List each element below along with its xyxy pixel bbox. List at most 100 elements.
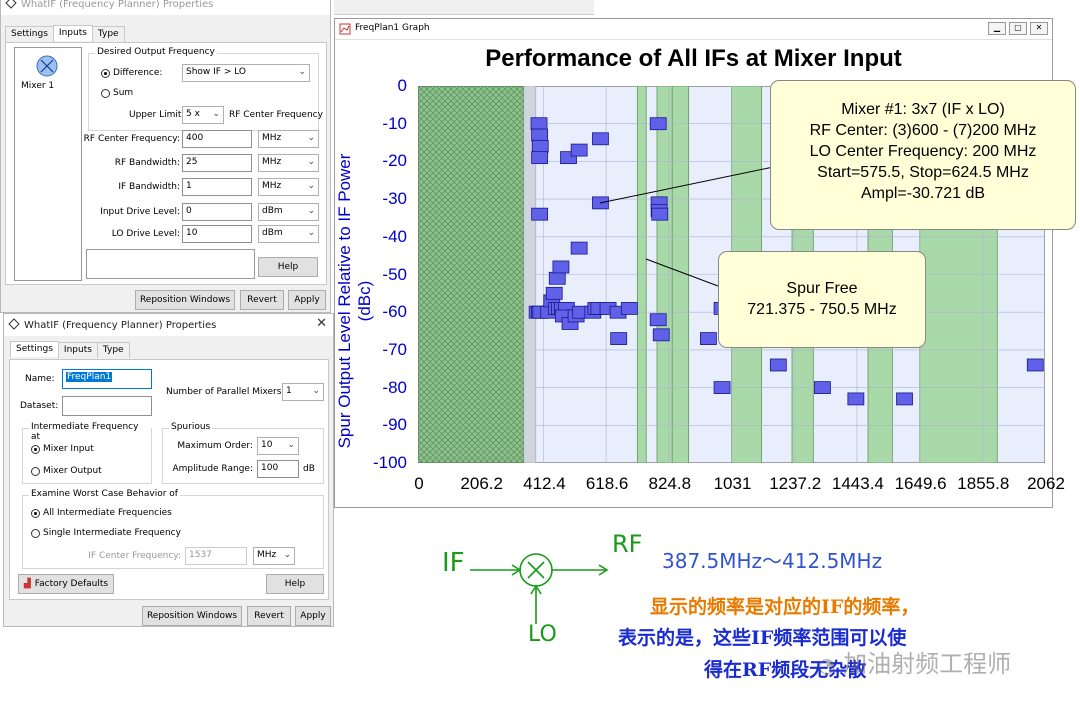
mixer-list[interactable]: Mixer 1 bbox=[14, 47, 82, 281]
sum-label: Sum bbox=[113, 88, 134, 98]
close-button[interactable]: ✕ bbox=[1030, 22, 1048, 35]
description-box[interactable] bbox=[86, 249, 255, 279]
excluded-region bbox=[418, 86, 537, 463]
reposition-windows-button[interactable]: Reposition Windows bbox=[135, 290, 235, 310]
rf-bandwidth-label: RF Bandwidth: bbox=[114, 158, 180, 168]
group-title: Desired Output Frequency bbox=[95, 47, 217, 57]
spur-marker bbox=[531, 151, 549, 165]
excluded-region-fill bbox=[418, 86, 525, 463]
rf-center-frequency-unit[interactable]: MHz ⌄ bbox=[258, 130, 319, 148]
upper-limit-label: Upper Limit: bbox=[129, 110, 185, 120]
tab-settings[interactable]: Settings bbox=[5, 26, 54, 42]
spurious-group: Spurious Maximum Order: 10 ⌄ Amplitude Ra… bbox=[162, 422, 324, 484]
single-if-radio[interactable] bbox=[31, 529, 40, 538]
rf-handwritten-label: RF bbox=[612, 530, 643, 558]
rf-center-frequency-input[interactable]: 400 bbox=[182, 130, 252, 148]
spur-free-range: 721.375 - 750.5 MHz bbox=[747, 301, 897, 318]
chevron-down-icon: ⌄ bbox=[212, 109, 220, 119]
group-title: Examine Worst Case Behavior of bbox=[29, 489, 180, 499]
inputs-panel: Mixer 1 Desired Output Frequency Differe… bbox=[5, 42, 327, 285]
y-tick-label: -60 bbox=[382, 302, 407, 322]
rf-bandwidth-unit[interactable]: MHz ⌄ bbox=[258, 154, 319, 172]
difference-select[interactable]: Show IF > LO ⌄ bbox=[182, 64, 310, 82]
parallel-mixers-select[interactable]: 1 ⌄ bbox=[282, 383, 324, 401]
factory-defaults-button[interactable]: ▟ Factory Defaults bbox=[18, 574, 114, 594]
name-input[interactable]: FreqPlan1 bbox=[62, 369, 152, 389]
maximize-button[interactable]: ▢ bbox=[1009, 22, 1027, 35]
spur-marker bbox=[531, 207, 549, 221]
name-label: Name: bbox=[25, 374, 55, 384]
tab-type[interactable]: Type bbox=[96, 342, 130, 358]
difference-radio[interactable] bbox=[101, 69, 110, 78]
chevron-down-icon: ⌄ bbox=[287, 440, 295, 450]
all-if-radio[interactable] bbox=[31, 509, 40, 518]
window-title: WhatIF (Frequency Planner) Properties bbox=[21, 0, 214, 10]
revert-button[interactable]: Revert bbox=[240, 290, 284, 310]
amplitude-range-input[interactable]: 100 bbox=[257, 460, 299, 478]
apply-button[interactable]: Apply bbox=[288, 290, 326, 310]
settings-panel: Name: FreqPlan1 Dataset: Number of Paral… bbox=[9, 359, 329, 600]
spur-marker bbox=[530, 117, 548, 131]
upper-limit-select[interactable]: 5 x ⌄ bbox=[182, 106, 224, 124]
dataset-input[interactable] bbox=[62, 396, 152, 416]
freq-range-handwritten: 387.5MHz～412.5MHz bbox=[662, 549, 883, 573]
max-order-select[interactable]: 10 ⌄ bbox=[257, 437, 299, 455]
input-drive-level-input[interactable]: 0 bbox=[182, 203, 252, 221]
spur-free-callout[interactable]: Spur Free 721.375 - 750.5 MHz bbox=[718, 251, 926, 348]
reposition-windows-button[interactable]: Reposition Windows bbox=[142, 606, 242, 626]
spur-marker bbox=[651, 207, 669, 221]
y-tick-label: -20 bbox=[382, 151, 407, 171]
tab-settings[interactable]: Settings bbox=[10, 341, 59, 357]
mixer-output-radio[interactable] bbox=[31, 467, 40, 476]
graph-titlebar: FreqPlan1 Graph ▁ ▢ ✕ bbox=[335, 19, 1052, 40]
mixer-input-radio[interactable] bbox=[31, 445, 40, 454]
tab-type[interactable]: Type bbox=[91, 26, 125, 42]
wechat-icon: ◔ bbox=[818, 653, 836, 677]
if-center-frequency-input[interactable]: 1537 bbox=[185, 547, 247, 565]
top-toolbar bbox=[334, 0, 594, 15]
y-tick-label: -100 bbox=[372, 453, 407, 472]
mixer-callout-line: RF Center: (3)600 - (7)200 MHz bbox=[809, 122, 1037, 139]
chevron-down-icon: ⌄ bbox=[307, 157, 315, 167]
note-line-1: 显示的频率是对应的IF的频率， bbox=[650, 596, 920, 618]
if-bandwidth-input[interactable]: 1 bbox=[182, 178, 252, 196]
sum-radio[interactable] bbox=[101, 89, 110, 98]
mixer-cross bbox=[527, 561, 545, 579]
input-drive-level-unit[interactable]: dBm ⌄ bbox=[258, 203, 319, 221]
spur-marker bbox=[652, 328, 670, 342]
spur-marker bbox=[649, 313, 667, 327]
lo-drive-level-input[interactable]: 10 bbox=[182, 225, 252, 243]
spur-marker bbox=[548, 271, 566, 285]
spur-marker bbox=[769, 358, 787, 372]
lo-drive-level-unit[interactable]: dBm ⌄ bbox=[258, 225, 319, 243]
apply-button[interactable]: Apply bbox=[295, 606, 331, 626]
spur-marker bbox=[713, 381, 731, 395]
group-title: Intermediate Frequency at bbox=[29, 422, 151, 442]
mixer-callout-line: Start=575.5, Stop=624.5 MHz bbox=[817, 164, 1029, 181]
if-center-frequency-unit[interactable]: MHz ⌄ bbox=[253, 547, 295, 565]
y-tick-label: -50 bbox=[382, 264, 407, 284]
input-drive-level-label: Input Drive Level: bbox=[100, 207, 180, 217]
if-bandwidth-unit[interactable]: MHz ⌄ bbox=[258, 178, 319, 196]
if-bandwidth-label: IF Bandwidth: bbox=[118, 182, 180, 192]
help-button[interactable]: Help bbox=[266, 574, 324, 594]
mixer-label: Mixer 1 bbox=[21, 81, 55, 91]
mixer-callout-line: Mixer #1: 3x7 (IF x LO) bbox=[841, 101, 1005, 118]
help-button[interactable]: Help bbox=[258, 257, 318, 277]
spur-marker bbox=[531, 128, 549, 142]
y-tick-label: -10 bbox=[382, 113, 407, 133]
close-icon[interactable]: ✕ bbox=[316, 316, 327, 331]
spur-free-title: Spur Free bbox=[786, 280, 858, 297]
minimize-button[interactable]: ▁ bbox=[988, 22, 1006, 35]
chart-title: Performance of All IFs at Mixer Input bbox=[485, 45, 902, 72]
y-tick-label: -40 bbox=[382, 226, 407, 246]
revert-button[interactable]: Revert bbox=[247, 606, 291, 626]
mixer-callout-line: Ampl=-30.721 dB bbox=[860, 185, 986, 202]
rf-bandwidth-input[interactable]: 25 bbox=[182, 154, 252, 172]
tab-inputs[interactable]: Inputs bbox=[52, 25, 93, 41]
mixer-info-callout[interactable]: Mixer #1: 3x7 (IF x LO) RF Center: (3)60… bbox=[770, 80, 1076, 230]
spur-marker bbox=[649, 117, 667, 131]
spur-marker bbox=[552, 260, 570, 274]
x-tick-label: 2062 bbox=[1027, 474, 1065, 493]
tab-inputs[interactable]: Inputs bbox=[57, 342, 98, 358]
